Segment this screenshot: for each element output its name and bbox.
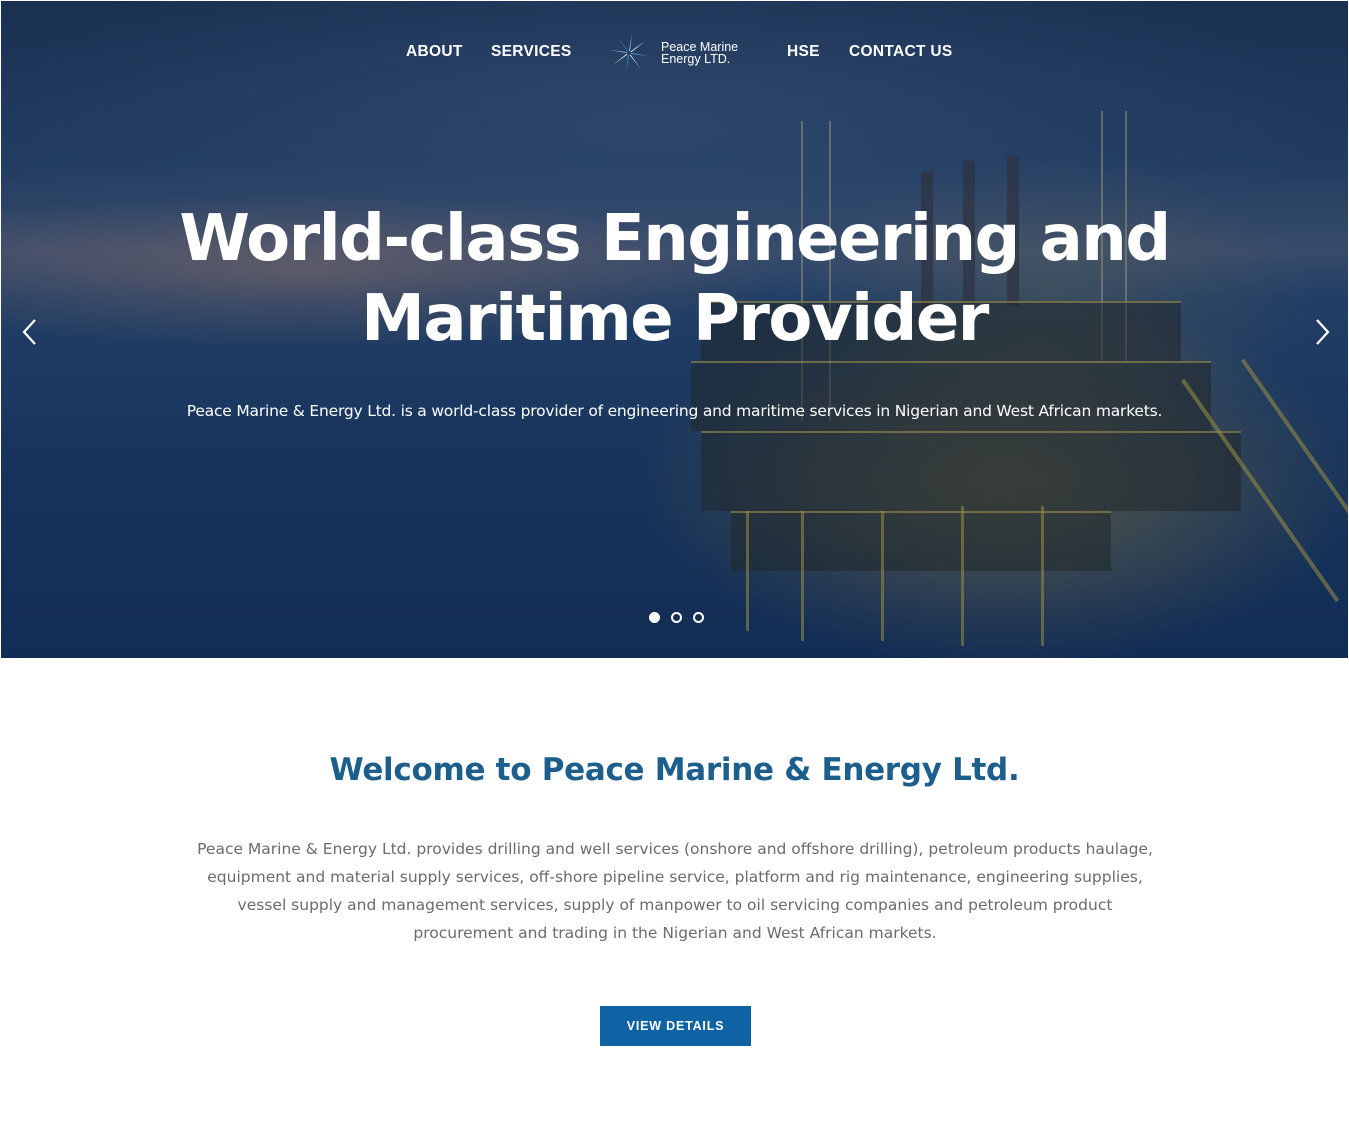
nav-hse[interactable]: HSE	[787, 43, 820, 61]
logo-star-icon	[609, 33, 649, 73]
nav-about[interactable]: ABOUT	[406, 43, 463, 61]
slider-dot-1[interactable]	[649, 612, 660, 623]
main-nav: ABOUT SERVICES Peace Marine Energy LTD.	[1, 1, 1348, 101]
logo-line-2: Energy LTD.	[661, 51, 731, 66]
nav-services[interactable]: SERVICES	[491, 43, 572, 61]
logo-text: Peace Marine Energy LTD.	[661, 41, 738, 66]
slider-dot-2[interactable]	[671, 612, 682, 623]
slider-dot-3[interactable]	[693, 612, 704, 623]
hero-title-line-2: Maritime Provider	[361, 282, 989, 356]
hero-subtitle: Peace Marine & Energy Ltd. is a world-cl…	[186, 402, 1163, 420]
slider-prev-button[interactable]	[19, 317, 43, 347]
welcome-body: Peace Marine & Energy Ltd. provides dril…	[197, 840, 1153, 942]
view-details-button[interactable]: VIEW DETAILS	[600, 1006, 751, 1046]
nav-contact[interactable]: CONTACT US	[849, 43, 952, 61]
hero-title: World-class Engineering and Maritime Pro…	[1, 199, 1348, 359]
hero-title-line-1: World-class Engineering and	[179, 202, 1171, 276]
chevron-right-icon	[1316, 319, 1330, 345]
hero-slider: ABOUT SERVICES Peace Marine Energy LTD.	[1, 1, 1348, 658]
chevron-left-icon	[22, 319, 36, 345]
slider-next-button[interactable]	[1311, 317, 1335, 347]
site-logo[interactable]: Peace Marine Energy LTD.	[607, 31, 757, 77]
slider-dots	[649, 612, 709, 624]
welcome-title: Welcome to Peace Marine & Energy Ltd.	[329, 752, 1020, 788]
